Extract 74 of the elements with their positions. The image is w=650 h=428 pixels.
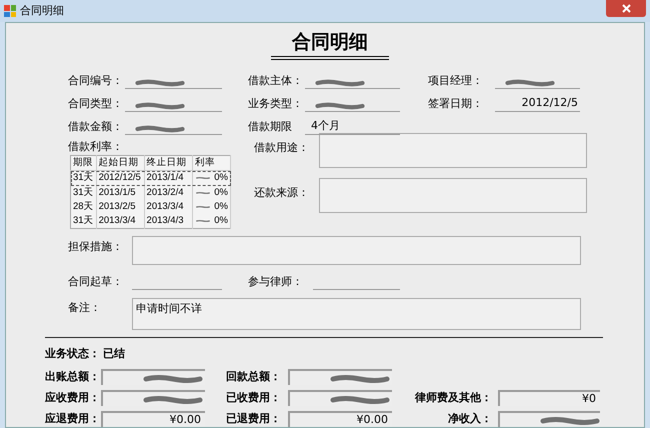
redaction-mark (330, 396, 390, 404)
field-label: 律师费及其他： (414, 390, 493, 406)
redaction-mark (315, 102, 365, 110)
value-field: 2012/12/5 (495, 97, 580, 112)
field-label: 担保措施： (68, 239, 124, 256)
table-cell: 2013/1/4 (146, 172, 184, 184)
field-label: 已收费用： (226, 390, 282, 406)
field-label: 借款金额： (68, 118, 124, 134)
window-title: 合同明细 (20, 2, 64, 19)
table-cell: 2012/12/5 (98, 172, 141, 184)
redaction-mark (135, 102, 185, 110)
text-area[interactable] (319, 178, 587, 213)
column-header: 期限 (70, 156, 96, 171)
field-label: 借款用途： (254, 140, 310, 156)
text-area[interactable] (132, 236, 581, 266)
field-label: 出账总额： (45, 368, 101, 384)
table-row[interactable]: 31天 2012/12/5 2013/1/4 0% (70, 170, 230, 186)
text-area[interactable] (319, 133, 587, 168)
field-label: 应收费用： (45, 390, 101, 406)
field-label: 借款主体： (248, 72, 304, 88)
redaction-mark (540, 416, 600, 425)
redaction-mark (330, 374, 390, 383)
table-cell: 2013/2/5 (98, 200, 136, 212)
close-button[interactable] (606, 0, 646, 17)
field-label: 参与律师： (248, 274, 304, 290)
table-cell: 31天 (73, 215, 94, 226)
table-cell: 0% (214, 200, 228, 212)
column-header: 终止日期 (144, 156, 193, 171)
redaction-mark (505, 79, 555, 87)
amount-field: ¥0.00 (288, 410, 392, 427)
redaction-mark (143, 396, 203, 404)
app-icon (4, 5, 16, 17)
field-label: 备注： (68, 300, 102, 316)
field-label: 借款利率： (68, 139, 124, 155)
table-cell: 0% (214, 215, 228, 226)
amount-field: ¥0 (498, 390, 600, 406)
column-header: 利率 (192, 156, 230, 171)
field-label: 合同编号： (68, 72, 124, 88)
field-label: 合同类型： (68, 96, 124, 112)
field-label: 业务状态： (45, 346, 101, 362)
redaction-mark (315, 79, 365, 87)
redaction-mark (135, 125, 185, 133)
text-area[interactable]: 申请时间不详 (132, 298, 581, 330)
field-label: 净收入： (447, 410, 493, 426)
table-cell: 28天 (73, 200, 94, 212)
close-icon (622, 4, 630, 13)
column-header: 起始日期 (96, 156, 144, 171)
table-row[interactable]: 28天 2013/2/5 2013/3/4 0% (70, 200, 230, 214)
redaction-mark (196, 217, 210, 225)
table-cell: 2013/3/4 (146, 200, 184, 212)
table-cell: 2013/3/4 (98, 215, 136, 226)
table-cell: 2013/1/5 (98, 186, 136, 198)
table-row[interactable]: 31天 2013/3/4 2013/4/3 0% (70, 214, 230, 229)
field-label: 还款来源： (254, 185, 310, 201)
table-cell: 2013/4/3 (146, 215, 184, 226)
field-label: 签署日期： (428, 96, 484, 112)
field-label: 项目经理： (428, 72, 484, 88)
redaction-mark (135, 79, 185, 87)
field-label: 业务类型： (248, 96, 304, 112)
table-cell: 31天 (73, 172, 94, 184)
field-label: 回款总额： (226, 368, 282, 384)
field-label: 借款期限 (248, 118, 293, 134)
redaction-mark (143, 374, 203, 383)
table-cell: 2013/2/4 (146, 186, 184, 198)
table-cell: 0% (214, 172, 228, 184)
form-heading: 合同明细 (271, 29, 389, 60)
table-cell: 31天 (73, 186, 94, 198)
field-label: 应退费用： (45, 410, 101, 426)
status-value: 已结 (103, 346, 125, 362)
field-label: 已退费用： (226, 410, 282, 426)
field-label: 合同起草： (68, 274, 124, 290)
amount-field: ¥0.00 (101, 410, 205, 427)
table-cell: 0% (214, 186, 228, 198)
table-row[interactable]: 31天 2013/1/5 2013/2/4 0% (70, 186, 230, 200)
